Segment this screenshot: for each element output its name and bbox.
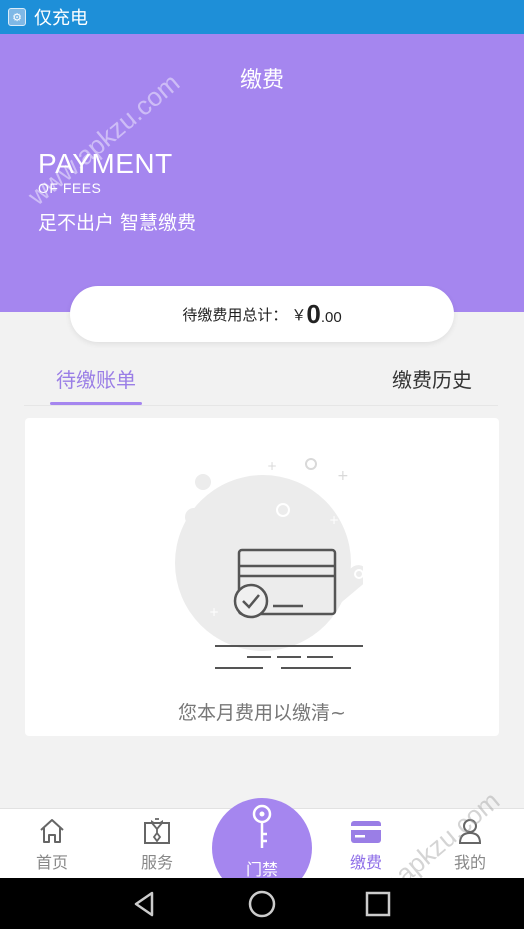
nav-profile[interactable]: 我的 [418,809,522,879]
header-banner: 缴费 PAYMENT OF FEES 足不出户 智慧缴费 [0,34,524,312]
nav-home-label: 首页 [35,853,68,872]
active-tab-indicator [50,402,142,405]
nav-service-label: 服务 [140,853,173,872]
nav-profile-label: 我的 [453,853,486,872]
amount-decimal: .00 [320,308,342,326]
back-icon[interactable] [130,890,158,918]
svg-text:+: + [329,513,339,527]
empty-state-message: 您本月费用以缴清~ [178,702,346,724]
slogan-text: 足不出户 智慧缴费 [38,212,197,234]
key-icon [252,804,272,848]
total-due-card: 待缴费用总计： ￥ 0 .00 [70,286,454,342]
svg-text:+: + [209,605,219,619]
amount-integer: 0 [306,298,321,329]
user-icon [458,819,482,844]
currency-symbol: ￥ [291,305,307,324]
recent-apps-icon[interactable] [364,890,392,918]
home-circle-icon[interactable] [247,889,277,919]
of-fees-subheading: OF FEES [38,180,102,196]
nav-home[interactable]: 首页 [0,809,104,879]
payment-heading: PAYMENT [38,148,173,179]
paid-card-illustration: + + + + [175,458,363,669]
settings-icon: ⚙ [8,8,26,26]
empty-state-card: + + + + 您本月费用以缴清~ [25,418,499,736]
home-icon [40,819,64,843]
nav-payment-label: 缴费 [349,853,382,872]
bill-tabs: 待缴账单 缴费历史 [24,358,498,406]
nav-access-label: 门禁 [245,860,278,879]
card-icon [351,821,381,843]
tab-pending-bills[interactable]: 待缴账单 [50,364,142,393]
status-label: 仅充电 [34,8,88,29]
service-icon [144,818,170,844]
total-due-label: 待缴费用总计： [182,305,288,324]
nav-payment[interactable]: 缴费 [314,809,418,879]
nav-service[interactable]: 服务 [105,809,209,879]
system-nav-bar [0,878,524,929]
status-bar: ⚙ 仅充电 [0,0,524,34]
tab-payment-history[interactable]: 缴费历史 [392,364,472,393]
svg-text:+: + [267,459,277,473]
page-title: 缴费 [239,68,284,93]
svg-text:+: + [337,468,349,484]
